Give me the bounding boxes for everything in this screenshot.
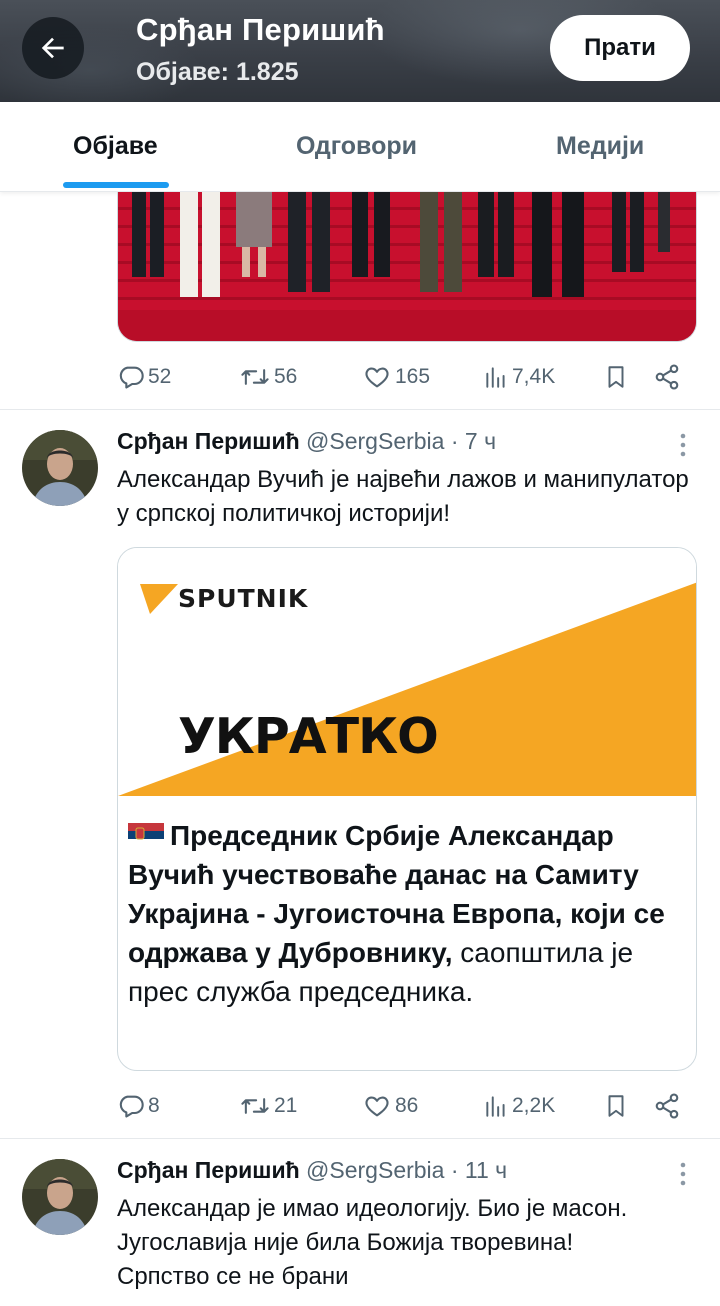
like-count: 86 [395, 1094, 419, 1117]
retweet-icon [241, 369, 269, 385]
tweet-header: Срђан Перишић @SergSerbia · 7 ч [117, 428, 496, 455]
retweet-icon [241, 1098, 269, 1114]
tab-posts[interactable]: Објаве [73, 132, 158, 161]
share-button[interactable] [653, 1086, 681, 1126]
reply-button[interactable]: 8 [117, 1086, 160, 1126]
profile-header: Срђан Перишић Објаве: 1.825 Прати [0, 0, 720, 102]
tweet-media-image[interactable] [117, 192, 697, 342]
reply-count: 52 [148, 365, 172, 388]
card-headline: УКРАТКО [178, 708, 439, 765]
author-name[interactable]: Срђан Перишић [117, 1157, 300, 1183]
like-button[interactable]: 165 [362, 357, 430, 397]
card-description: Председник Србије Александар Вучић учест… [128, 816, 688, 1011]
comment-icon [119, 366, 144, 389]
heart-icon [365, 367, 389, 388]
author-handle[interactable]: @SergSerbia [306, 1157, 444, 1183]
avatar[interactable] [22, 430, 98, 506]
like-count: 165 [395, 365, 431, 388]
view-count: 7,4K [512, 365, 556, 388]
view-count: 2,2K [512, 1094, 556, 1117]
tweet-text: Александар је имао идеологију. Био је ма… [117, 1195, 628, 1290]
profile-name: Срђан Перишић [136, 12, 385, 47]
tweet-text: Александар Вучић је највећи лажов и мани… [117, 466, 689, 527]
post-count: Објаве: 1.825 [136, 58, 299, 86]
tweet-divider [0, 409, 720, 410]
share-button[interactable] [653, 357, 681, 397]
tweet-actions: 8 21 86 2,2K [117, 1086, 697, 1126]
bookmark-icon [608, 366, 624, 388]
author-name[interactable]: Срђан Перишић [117, 428, 300, 454]
share-icon [655, 1093, 679, 1119]
views-button[interactable]: 7,4K [483, 357, 555, 397]
tweet-time[interactable]: · 7 ч [451, 428, 496, 454]
analytics-icon [486, 1096, 505, 1117]
sputnik-logo-text: SPUTNIK [178, 584, 309, 613]
bookmark-button[interactable] [603, 357, 629, 397]
views-button[interactable]: 2,2K [483, 1086, 555, 1126]
bookmark-button[interactable] [603, 1086, 629, 1126]
retweet-button[interactable]: 56 [239, 357, 297, 397]
retweet-button[interactable]: 21 [239, 1086, 297, 1126]
tweet-actions: 52 56 165 7,4K [117, 357, 697, 397]
back-button[interactable] [22, 17, 84, 79]
retweet-count: 21 [274, 1094, 298, 1117]
bookmark-icon [608, 1095, 624, 1117]
tab-replies[interactable]: Одговори [296, 132, 417, 161]
tab-media[interactable]: Медији [556, 132, 644, 161]
heart-icon [365, 1096, 389, 1117]
like-button[interactable]: 86 [362, 1086, 418, 1126]
comment-icon [119, 1095, 144, 1118]
avatar-photo [22, 430, 98, 506]
retweet-count: 56 [274, 365, 298, 388]
link-card[interactable]: SPUTNIK УКРАТКО Председник Србије Алекса… [117, 547, 697, 1071]
avatar[interactable] [22, 1159, 98, 1235]
reply-count: 8 [148, 1094, 160, 1117]
serbian-flag-icon [128, 818, 164, 847]
more-options-icon[interactable] [670, 1157, 696, 1191]
follow-button[interactable]: Прати [550, 15, 690, 81]
tweet-divider [0, 1138, 720, 1139]
card-image: SPUTNIK УКРАТКО [118, 548, 696, 800]
active-tab-indicator [63, 182, 169, 188]
profile-tabs: Објаве Одговори Медији [0, 102, 720, 192]
author-handle[interactable]: @SergSerbia [306, 428, 444, 454]
analytics-icon [486, 367, 505, 388]
more-options-icon[interactable] [670, 428, 696, 462]
tweet-header: Срђан Перишић @SergSerbia · 11 ч [117, 1157, 507, 1184]
tweet-time[interactable]: · 11 ч [451, 1157, 507, 1183]
red-carpet-photo [118, 192, 696, 341]
share-icon [655, 364, 679, 390]
avatar-photo [22, 1159, 98, 1235]
reply-button[interactable]: 52 [117, 357, 171, 397]
arrow-left-icon [41, 37, 64, 59]
